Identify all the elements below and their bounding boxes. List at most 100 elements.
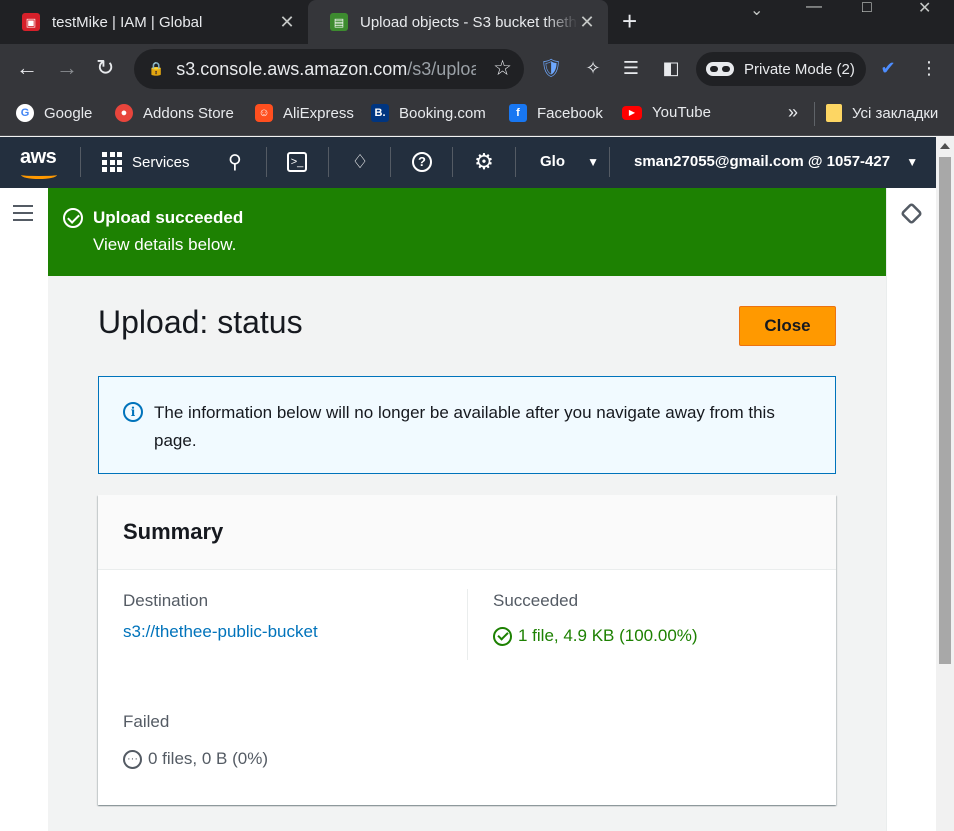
success-check-icon	[63, 208, 83, 228]
cloudshell-icon[interactable]: >_	[285, 150, 309, 174]
succeeded-label: Succeeded	[493, 591, 579, 610]
browser-tab-iam[interactable]: ▣ testMike | IAM | Global ✕	[0, 0, 308, 44]
shield-check-icon[interactable]: ✔	[877, 57, 899, 79]
browser-tab-strip: ▣ testMike | IAM | Global ✕ ▤ Upload obj…	[0, 0, 954, 44]
nav-divider	[80, 147, 81, 177]
summary-header: Summary	[98, 495, 836, 570]
more-menu-icon[interactable]: ⋮	[918, 57, 940, 79]
maximize-icon[interactable]: □	[862, 0, 872, 19]
gear-icon[interactable]: ⚙	[472, 149, 496, 174]
browser-toolbar: ← → ↻ 🔒 s3.console.aws.amazon.com/s3/upl…	[0, 44, 954, 94]
bookmark-label: Google	[44, 104, 93, 122]
succeeded-value: 1 file, 4.9 KB (100.00%)	[518, 626, 698, 645]
youtube-icon: ▶	[622, 105, 642, 120]
close-tab-icon[interactable]: ✕	[578, 12, 596, 33]
scrollbar-thumb[interactable]	[939, 157, 951, 664]
bookmark-all-bookmarks[interactable]: ■ Усі закладки	[826, 104, 938, 122]
aws-logo[interactable]: aws	[20, 146, 57, 179]
destination-label: Destination	[123, 591, 209, 610]
minimize-icon[interactable]: —	[806, 0, 822, 18]
info-icon: i	[123, 402, 143, 422]
browser-tab-s3-upload[interactable]: ▤ Upload objects - S3 bucket thethee-pub…	[308, 0, 608, 44]
close-window-icon[interactable]: ✕	[918, 0, 931, 18]
aws-top-nav: aws Services ⚲ >_ ♢ ? ⚙ Glo ▼ sman27055@…	[0, 137, 936, 188]
bookmarks-bar: G Google ● Addons Store ☺ AliExpress B. …	[0, 94, 954, 136]
bookmark-booking[interactable]: B. Booking.com	[371, 104, 486, 122]
close-button[interactable]: Close	[739, 306, 836, 346]
services-grid-icon	[102, 152, 122, 172]
bookmark-youtube[interactable]: ▶ YouTube	[622, 104, 711, 121]
main-content: Upload: status Close i The information b…	[48, 276, 886, 831]
region-selector[interactable]: Glo ▼	[540, 153, 599, 170]
bookmark-aliexpress[interactable]: ☺ AliExpress	[255, 104, 354, 122]
region-label: Glo	[540, 153, 565, 170]
private-mode-button[interactable]: Private Mode (2)	[696, 52, 866, 86]
failed-value: 0 files, 0 B (0%)	[148, 749, 268, 768]
bookmarks-divider	[814, 102, 815, 126]
succeeded-status: 1 file, 4.9 KB (100.00%)	[493, 626, 698, 646]
bell-icon[interactable]: ♢	[348, 150, 372, 174]
search-icon[interactable]: ⚲	[223, 150, 247, 174]
bookmarks-overflow-icon[interactable]: »	[788, 102, 798, 123]
bookmark-label: Addons Store	[143, 104, 234, 122]
hamburger-menu-icon[interactable]	[13, 205, 33, 221]
column-divider	[467, 589, 468, 660]
close-tab-icon[interactable]: ✕	[278, 12, 296, 33]
account-menu[interactable]: sman27055@gmail.com @ 1057-427 ▼	[634, 153, 918, 170]
url-text: s3.console.aws.amazon.com/s3/uploa...	[176, 58, 477, 79]
extensions-puzzle-icon[interactable]: ✧	[582, 57, 604, 79]
left-side-rail	[0, 188, 48, 831]
chevron-down-icon[interactable]: ⌄	[750, 0, 763, 20]
private-mode-label: Private Mode (2)	[744, 60, 855, 78]
s3-favicon-icon: ▤	[330, 13, 348, 31]
bookmark-star-icon[interactable]: ☆	[493, 56, 512, 81]
new-tab-icon[interactable]: +	[622, 8, 637, 34]
banner-title: Upload succeeded	[93, 208, 244, 227]
bookmark-addons-store[interactable]: ● Addons Store	[115, 104, 234, 122]
address-bar[interactable]: 🔒 s3.console.aws.amazon.com/s3/uploa... …	[134, 49, 524, 89]
services-label: Services	[132, 153, 190, 171]
tab-title: testMike | IAM | Global	[52, 13, 203, 31]
aws-logo-text: aws	[20, 146, 57, 168]
nav-divider	[515, 147, 516, 177]
side-panel-icon[interactable]: ◧	[660, 57, 682, 79]
facebook-icon: f	[509, 104, 527, 122]
reload-icon[interactable]: ↻	[96, 56, 114, 80]
page-scrollbar[interactable]	[936, 137, 954, 831]
vpn-lock-icon[interactable]: 🛡	[540, 57, 563, 79]
bookmark-google[interactable]: G Google	[16, 104, 92, 122]
page-title: Upload: status	[98, 304, 303, 340]
services-menu-button[interactable]: Services	[102, 152, 190, 172]
forward-icon[interactable]: →	[56, 56, 78, 80]
nav-divider	[328, 147, 329, 177]
nav-divider	[266, 147, 267, 177]
banner-subtitle: View details below.	[93, 235, 237, 254]
help-icon[interactable]: ?	[410, 150, 434, 174]
upload-success-banner: Upload succeeded View details below.	[48, 188, 886, 276]
success-check-icon	[493, 626, 512, 646]
account-label: sman27055@gmail.com @ 1057-427	[634, 153, 891, 170]
nav-divider	[609, 147, 610, 177]
feedback-icon[interactable]	[900, 202, 923, 225]
bookmark-label: Booking.com	[399, 104, 486, 122]
back-icon[interactable]: ←	[16, 56, 38, 80]
bookmark-label: YouTube	[652, 104, 711, 121]
bookmark-label: Facebook	[537, 104, 603, 122]
bookmark-label: AliExpress	[283, 104, 354, 122]
addons-store-icon: ●	[115, 104, 133, 122]
info-text: The information below will no longer be …	[154, 403, 775, 450]
destination-link[interactable]: s3://thethee-public-bucket	[123, 622, 318, 642]
tab-title: Upload objects - S3 bucket thethee-publi…	[360, 13, 578, 31]
lock-icon[interactable]: 🔒	[148, 61, 164, 77]
bookmark-facebook[interactable]: f Facebook	[509, 104, 603, 122]
iam-favicon-icon: ▣	[22, 13, 40, 31]
summary-card: Summary Destination s3://thethee-public-…	[98, 495, 836, 805]
info-alert: i The information below will no longer b…	[98, 376, 836, 474]
failed-status: ··· 0 files, 0 B (0%)	[123, 749, 268, 769]
nav-divider	[452, 147, 453, 177]
bookmark-label: Усі закладки	[852, 104, 939, 122]
google-icon: G	[16, 104, 34, 122]
media-queue-icon[interactable]: ☰	[620, 57, 642, 79]
scroll-up-arrow-icon[interactable]	[940, 143, 950, 149]
summary-heading: Summary	[123, 519, 224, 544]
